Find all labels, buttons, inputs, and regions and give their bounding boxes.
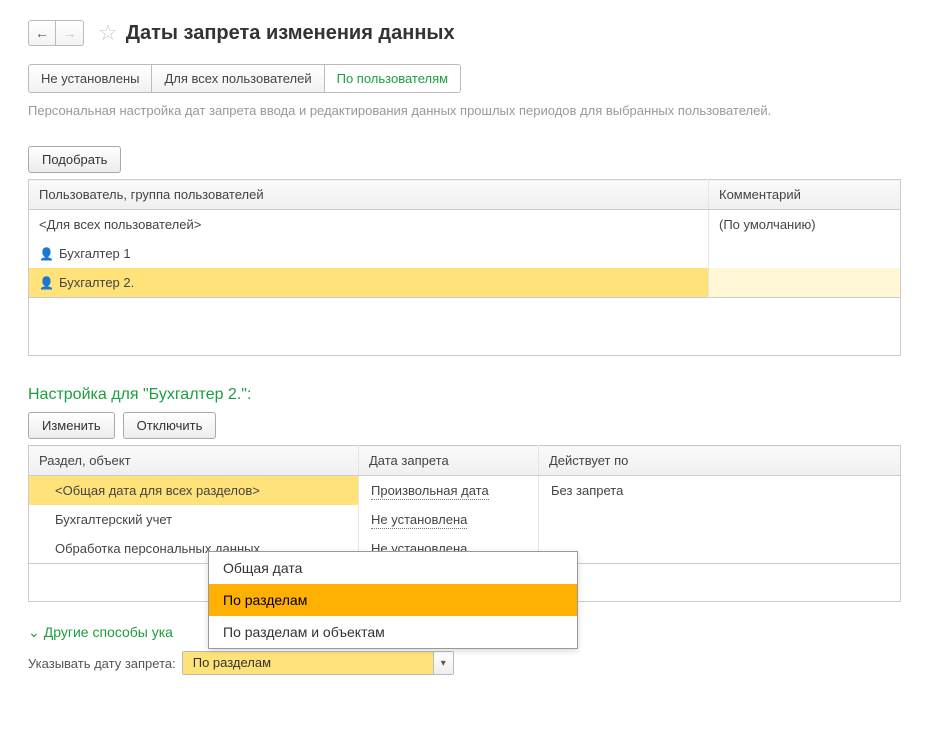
user-icon: 👤 xyxy=(39,276,53,290)
disable-button[interactable]: Отключить xyxy=(123,412,217,439)
arrow-left-icon: ← xyxy=(35,25,49,41)
dropdown-caret-icon[interactable]: ▾ xyxy=(433,652,453,674)
table-row[interactable]: Бухгалтерский учет Не установлена xyxy=(29,505,901,534)
tab-all-users[interactable]: Для всех пользователей xyxy=(151,64,324,93)
dropdown-option[interactable]: По разделам xyxy=(209,584,577,616)
users-col-comment[interactable]: Комментарий xyxy=(709,180,901,210)
specify-date-label: Указывать дату запрета: xyxy=(28,656,176,671)
users-table: Пользователь, группа пользователей Комме… xyxy=(28,179,901,298)
table-row[interactable]: <Общая дата для всех разделов> Произволь… xyxy=(29,476,901,506)
sections-col-date[interactable]: Дата запрета xyxy=(359,446,539,476)
section-effective: Без запрета xyxy=(539,476,901,506)
section-effective xyxy=(539,534,901,564)
description-text: Персональная настройка дат запрета ввода… xyxy=(28,103,901,118)
page-title: Даты запрета изменения данных xyxy=(126,22,455,45)
user-icon: 👤 xyxy=(39,247,53,261)
nav-forward-button[interactable]: → xyxy=(56,20,84,46)
section-name: Бухгалтерский учет xyxy=(29,505,359,534)
pick-button[interactable]: Подобрать xyxy=(28,146,121,173)
dropdown-option[interactable]: Общая дата xyxy=(209,552,577,584)
user-comment: (По умолчанию) xyxy=(719,217,816,232)
sections-col-effective[interactable]: Действует по xyxy=(539,446,901,476)
section-date-link[interactable]: Произвольная дата xyxy=(371,483,489,500)
user-name: Бухгалтер 2. xyxy=(59,275,134,290)
other-ways-label: Другие способы ука xyxy=(44,624,173,640)
dropdown-option[interactable]: По разделам и объектам xyxy=(209,616,577,648)
section-name: <Общая дата для всех разделов> xyxy=(29,476,359,506)
nav-back-button[interactable]: ← xyxy=(28,20,56,46)
tab-by-users[interactable]: По пользователям xyxy=(324,64,461,93)
edit-button[interactable]: Изменить xyxy=(28,412,115,439)
sections-col-section[interactable]: Раздел, объект xyxy=(29,446,359,476)
section-date-link[interactable]: Не установлена xyxy=(371,512,467,529)
specify-date-dropdown: Общая дата По разделам По разделам и объ… xyxy=(208,551,578,649)
table-row[interactable]: 👤 Бухгалтер 1 xyxy=(29,239,901,268)
settings-heading: Настройка для "Бухгалтер 2.": xyxy=(28,386,901,404)
table-row[interactable]: <Для всех пользователей> (По умолчанию) xyxy=(29,210,901,240)
users-table-empty-area xyxy=(28,298,901,356)
table-row[interactable]: 👤 Бухгалтер 2. xyxy=(29,268,901,298)
tab-bar: Не установлены Для всех пользователей По… xyxy=(28,64,901,93)
chevron-down-icon: ⌄ xyxy=(28,624,40,641)
sections-table: Раздел, объект Дата запрета Действует по… xyxy=(28,445,901,564)
specify-date-select[interactable]: По разделам ▾ xyxy=(182,651,454,675)
users-col-user[interactable]: Пользователь, группа пользователей xyxy=(29,180,709,210)
select-value: По разделам xyxy=(183,652,433,674)
section-effective xyxy=(539,505,901,534)
favorite-star-icon[interactable]: ☆ xyxy=(98,20,118,46)
user-name: <Для всех пользователей> xyxy=(39,217,201,232)
tab-not-set[interactable]: Не установлены xyxy=(28,64,152,93)
user-name: Бухгалтер 1 xyxy=(59,246,131,261)
arrow-right-icon: → xyxy=(63,25,77,41)
